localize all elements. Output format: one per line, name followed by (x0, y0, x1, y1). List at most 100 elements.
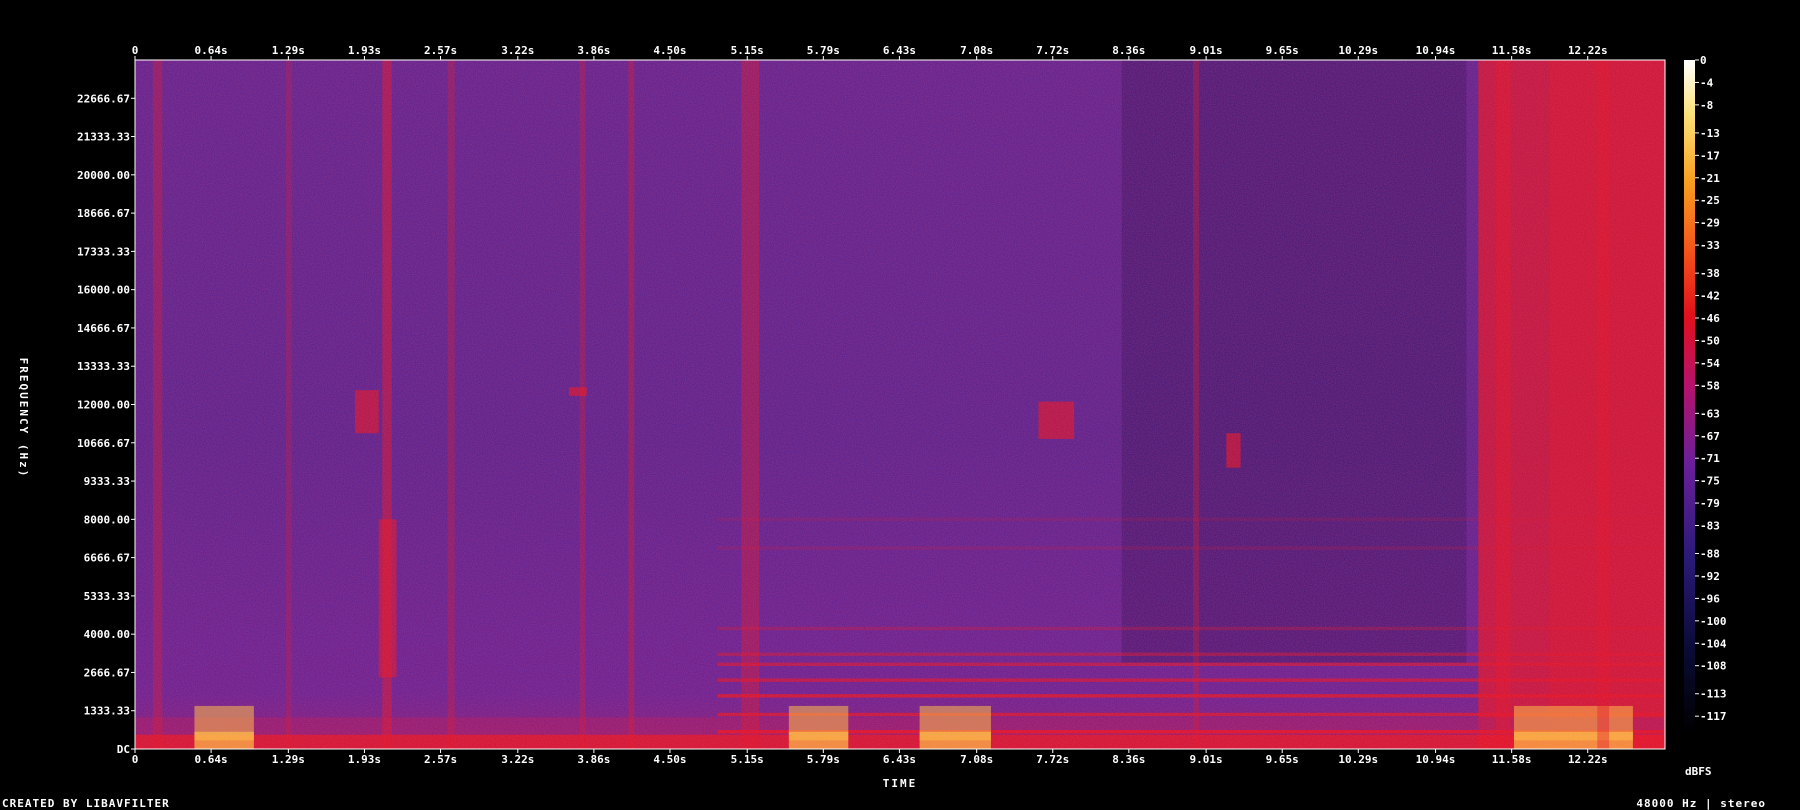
x-tick-label-bottom: 7.08s (960, 753, 993, 766)
x-tick-label-bottom: 9.65s (1266, 753, 1299, 766)
colorbar-tick-label: -75 (1700, 475, 1720, 488)
x-tick-label-bottom: 1.29s (272, 753, 305, 766)
x-tick-label-bottom: 12.22s (1568, 753, 1608, 766)
x-tick-label-top: 5.15s (731, 44, 764, 57)
x-tick-label-bottom: 3.86s (577, 753, 610, 766)
colorbar-label: dBFS (1685, 765, 1712, 778)
y-tick-label: 21333.33 (77, 131, 130, 144)
y-tick-label: 6666.67 (84, 552, 130, 565)
colorbar-tick-label: -58 (1700, 379, 1720, 392)
x-tick-label-bottom: 6.43s (883, 753, 916, 766)
colorbar-tick-label: -42 (1700, 290, 1720, 303)
spectrogram-plot (135, 60, 1665, 749)
x-tick-label-top: 1.93s (348, 44, 381, 57)
y-tick-label: 9333.33 (84, 475, 130, 488)
x-tick-label-top: 10.29s (1338, 44, 1378, 57)
x-tick-label-bottom: 1.93s (348, 753, 381, 766)
y-tick-label: 4000.00 (84, 628, 130, 641)
colorbar-tick-label: -83 (1700, 519, 1720, 532)
colorbar-tick-label: -46 (1700, 312, 1720, 325)
x-tick-label-top: 3.22s (501, 44, 534, 57)
x-tick-label-top: 1.29s (272, 44, 305, 57)
x-tick-label-bottom: 10.29s (1338, 753, 1378, 766)
x-tick-label-top: 7.08s (960, 44, 993, 57)
y-axis-label: FREQUENCY (Hz) (17, 358, 30, 479)
y-tick-label: 5333.33 (84, 590, 130, 603)
y-tick-label: 8000.00 (84, 513, 130, 526)
x-tick-label-top: 9.01s (1190, 44, 1223, 57)
colorbar-tick-label: -71 (1700, 452, 1720, 465)
colorbar: 0 -4 -8 -13 -17 -21 -25 -29 -33 -38 -42 -46 -50 -54 -5… (1684, 54, 1727, 778)
x-tick-label-top: 0 (132, 44, 139, 57)
colorbar-tick-label: -17 (1700, 149, 1720, 162)
x-tick-label-top: 12.22s (1568, 44, 1608, 57)
x-tick-label-bottom: 9.01s (1190, 753, 1223, 766)
y-tick-label: 16000.00 (77, 284, 130, 297)
x-tick-label-top: 11.58s (1492, 44, 1532, 57)
colorbar-tick-label: -25 (1700, 194, 1720, 207)
x-tick-label-top: 9.65s (1266, 44, 1299, 57)
y-tick-label: DC (117, 743, 130, 756)
colorbar-tick-label: -100 (1700, 615, 1727, 628)
colorbar-tick-label: -113 (1700, 688, 1727, 701)
y-tick-label: 22666.67 (77, 92, 130, 105)
colorbar-tick-label: -92 (1700, 570, 1720, 583)
x-tick-label-top: 3.86s (577, 44, 610, 57)
x-tick-label-top: 0.64s (195, 44, 228, 57)
x-tick-label-bottom: 11.58s (1492, 753, 1532, 766)
y-tick-label: 10666.67 (77, 437, 130, 450)
y-axis: DC 1333.33 2666.67 4000.00 5333.33 6666.67 800… (77, 92, 135, 756)
colorbar-tick-label: -108 (1700, 660, 1727, 673)
x-axis-label: TIME (883, 777, 918, 790)
x-tick-label-bottom: 0.64s (195, 753, 228, 766)
x-tick-label-top: 10.94s (1416, 44, 1456, 57)
colorbar-tick-label: -117 (1700, 710, 1727, 723)
spectrogram-noise (135, 60, 1665, 749)
x-tick-label-bottom: 3.22s (501, 753, 534, 766)
colorbar-tick-label: -67 (1700, 430, 1720, 443)
colorbar-tick-label: -13 (1700, 127, 1720, 140)
y-tick-label: 14666.67 (77, 322, 130, 335)
footer-sample-info: 48000 Hz | stereo (1636, 797, 1766, 810)
x-tick-label-top: 4.50s (653, 44, 686, 57)
colorbar-tick-label: -4 (1700, 76, 1714, 89)
x-tick-label-top: 8.36s (1112, 44, 1145, 57)
x-tick-label-top: 5.79s (807, 44, 840, 57)
x-tick-label-bottom: 2.57s (424, 753, 457, 766)
colorbar-tick-label: 0 (1700, 54, 1707, 67)
colorbar-tick-label: -54 (1700, 357, 1720, 370)
colorbar-tick-label: -104 (1700, 637, 1727, 650)
y-tick-label: 13333.33 (77, 360, 130, 373)
colorbar-tick-label: -79 (1700, 497, 1720, 510)
x-tick-label-bottom: 7.72s (1036, 753, 1069, 766)
y-tick-label: 18666.67 (77, 207, 130, 220)
y-tick-label: 17333.33 (77, 245, 130, 258)
spectrogram-chart: 0 0.64s 1.29s 1.93s 2.57s 3.22s 3.86s 4.50s 5.15… (17, 44, 1727, 790)
x-tick-label-top: 7.72s (1036, 44, 1069, 57)
x-tick-label-bottom: 4.50s (653, 753, 686, 766)
x-tick-label-top: 2.57s (424, 44, 457, 57)
x-tick-label-bottom: 10.94s (1416, 753, 1456, 766)
x-tick-label-bottom: 5.15s (731, 753, 764, 766)
x-tick-label-top: 6.43s (883, 44, 916, 57)
colorbar-tick-label: -63 (1700, 407, 1720, 420)
x-tick-label-bottom: 5.79s (807, 753, 840, 766)
colorbar-tick-label: -21 (1700, 172, 1720, 185)
y-tick-label: 1333.33 (84, 705, 130, 718)
colorbar-tick-label: -38 (1700, 267, 1720, 280)
colorbar-tick-label: -8 (1700, 99, 1713, 112)
x-axis-bottom: 0 0.64s 1.29s 1.93s 2.57s 3.22s 3.86s 4.50s 5.15… (132, 749, 1608, 766)
colorbar-tick-label: -96 (1700, 592, 1720, 605)
x-axis-top: 0 0.64s 1.29s 1.93s 2.57s 3.22s 3.86s 4.50s 5.15… (132, 44, 1608, 60)
x-tick-label-bottom: 0 (132, 753, 139, 766)
colorbar-gradient (1684, 60, 1695, 733)
colorbar-tick-label: -50 (1700, 334, 1720, 347)
y-tick-label: 2666.67 (84, 666, 130, 679)
colorbar-tick-label: -88 (1700, 548, 1720, 561)
colorbar-tick-label: -29 (1700, 217, 1720, 230)
x-tick-label-bottom: 8.36s (1112, 753, 1145, 766)
y-tick-label: 20000.00 (77, 169, 130, 182)
colorbar-tick-label: -33 (1700, 239, 1720, 252)
footer-created-by: CREATED BY LIBAVFILTER (2, 797, 170, 810)
y-tick-label: 12000.00 (77, 399, 130, 412)
